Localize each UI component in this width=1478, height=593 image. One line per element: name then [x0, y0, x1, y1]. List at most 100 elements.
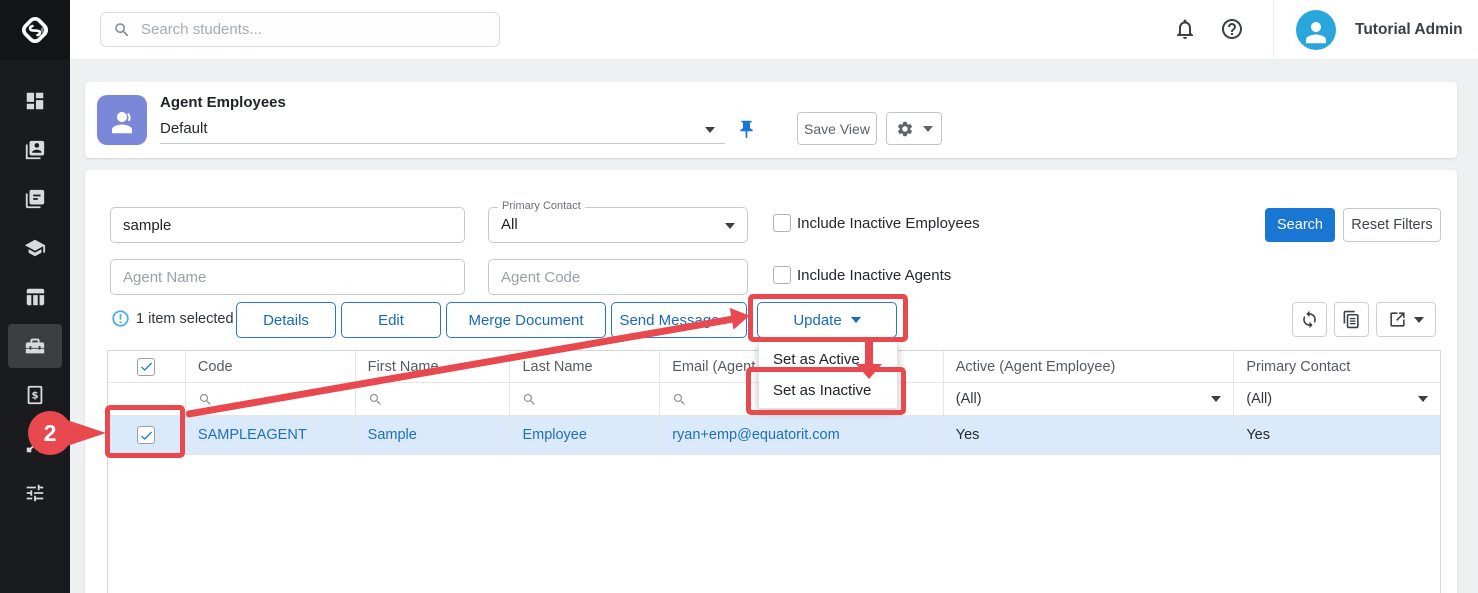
view-selector[interactable]: Default [160, 116, 725, 144]
cell-last-name[interactable]: Employee [510, 416, 660, 454]
filter-first-name[interactable] [356, 383, 511, 415]
filter-active-select[interactable]: (All) [944, 383, 1235, 415]
cell-email[interactable]: ryan+emp@equatorit.com [660, 416, 944, 454]
reset-filters-button[interactable]: Reset Filters [1343, 208, 1441, 242]
cell-code[interactable]: SAMPLEAGENT [186, 416, 356, 454]
chevron-down-icon [923, 126, 933, 132]
annotation-arrow-to-inactive-line [865, 339, 873, 366]
page-title: Agent Employees [160, 94, 286, 111]
primary-contact-label: Primary Contact [498, 200, 585, 212]
cell-first-name[interactable]: Sample [356, 416, 511, 454]
person-badge-icon [107, 107, 137, 137]
chevron-down-icon [1414, 317, 1424, 323]
help-icon [1220, 17, 1244, 41]
view-selector-value: Default [160, 120, 208, 137]
contact-cards-icon [8, 128, 62, 172]
graduation-cap-icon [8, 226, 62, 270]
bell-icon [1173, 17, 1197, 41]
sidebar-item-agents[interactable] [0, 321, 70, 370]
svg-text:$: $ [31, 390, 38, 401]
annotation-box-set-as-inactive [746, 367, 906, 415]
search-icon [522, 392, 537, 407]
selection-status: 1 item selected [136, 311, 234, 327]
select-all-cell [108, 351, 186, 382]
select-all-checkbox[interactable] [137, 358, 155, 376]
sidebar: $ [0, 0, 70, 593]
annotation-step-badge: 2 [28, 411, 72, 455]
search-icon [113, 21, 131, 39]
filter-primary-value: (All) [1246, 391, 1272, 407]
include-inactive-employees-label: Include Inactive Employees [797, 215, 980, 232]
primary-contact-value: All [501, 216, 518, 233]
column-header-active[interactable]: Active (Agent Employee) [944, 351, 1235, 382]
user-name[interactable]: Tutorial Admin [1355, 0, 1463, 60]
user-avatar[interactable] [1296, 10, 1336, 50]
logo-icon [18, 13, 52, 47]
topbar-divider [1273, 0, 1274, 60]
chevron-down-icon [725, 223, 735, 229]
sidebar-item-billing[interactable]: $ [0, 370, 70, 419]
invoice-dollar-icon: $ [8, 373, 62, 417]
column-header-primary-contact[interactable]: Primary Contact [1234, 351, 1440, 382]
pin-icon [736, 119, 757, 140]
copy-columns-icon [1342, 310, 1361, 329]
keyword-input[interactable] [110, 207, 465, 243]
search-icon [672, 392, 687, 407]
annotation-box-row-checkbox [105, 405, 185, 458]
topbar: Tutorial Admin [70, 0, 1478, 60]
briefcase-icon [8, 324, 62, 368]
table-row[interactable]: SAMPLEAGENT Sample Employee ryan+emp@equ… [108, 415, 1440, 454]
documents-icon [8, 177, 62, 221]
primary-contact-select[interactable]: Primary Contact All [488, 207, 748, 243]
annotation-box-update [748, 294, 908, 342]
refresh-button[interactable] [1292, 302, 1327, 337]
check-icon [139, 359, 154, 374]
filter-last-name[interactable] [510, 383, 660, 415]
search-icon [368, 392, 383, 407]
sidebar-item-documents[interactable] [0, 174, 70, 223]
include-inactive-agents-label: Include Inactive Agents [797, 267, 951, 284]
table-empty-area [108, 454, 1440, 593]
agent-code-input[interactable] [488, 259, 748, 295]
gear-icon [896, 120, 914, 138]
notifications-bell-button[interactable] [1172, 17, 1198, 43]
table-layout-icon [8, 275, 62, 319]
column-header-code[interactable]: Code [186, 351, 356, 382]
edit-button[interactable]: Edit [341, 302, 441, 338]
chevron-down-icon [705, 127, 715, 133]
search-button[interactable]: Search [1265, 208, 1335, 242]
global-search-box[interactable] [100, 12, 500, 47]
sidebar-item-settings[interactable] [0, 468, 70, 517]
save-view-button[interactable]: Save View [797, 112, 877, 145]
chevron-down-icon [1418, 396, 1428, 402]
person-icon [1301, 17, 1331, 47]
filter-primary-contact-select[interactable]: (All) [1234, 383, 1440, 415]
export-icon [1388, 310, 1407, 329]
export-button[interactable] [1376, 302, 1436, 337]
agent-employees-icon [97, 95, 147, 145]
pin-view-button[interactable] [736, 119, 757, 143]
dashboard-icon [8, 79, 62, 123]
help-button[interactable] [1219, 17, 1245, 43]
sidebar-item-tables[interactable] [0, 272, 70, 321]
search-icon [198, 392, 213, 407]
cell-primary-contact: Yes [1234, 416, 1440, 454]
details-button[interactable]: Details [236, 302, 336, 338]
view-settings-button[interactable] [886, 112, 942, 145]
app-logo[interactable] [0, 0, 70, 60]
agent-name-input[interactable] [110, 259, 465, 295]
sidebar-item-dashboard[interactable] [0, 76, 70, 125]
chevron-down-icon [1211, 396, 1221, 402]
sliders-icon [8, 471, 62, 515]
search-students-input[interactable] [141, 21, 487, 38]
sidebar-item-education[interactable] [0, 223, 70, 272]
filter-active-value: (All) [956, 391, 982, 407]
include-inactive-employees-checkbox[interactable] [773, 214, 791, 232]
include-inactive-agents-checkbox[interactable] [773, 266, 791, 284]
column-chooser-button[interactable] [1334, 302, 1369, 337]
merge-document-button[interactable]: Merge Document [446, 302, 606, 338]
refresh-icon [1300, 310, 1319, 329]
cell-active: Yes [944, 416, 1235, 454]
selection-info-icon [111, 309, 130, 328]
sidebar-item-contacts[interactable] [0, 125, 70, 174]
